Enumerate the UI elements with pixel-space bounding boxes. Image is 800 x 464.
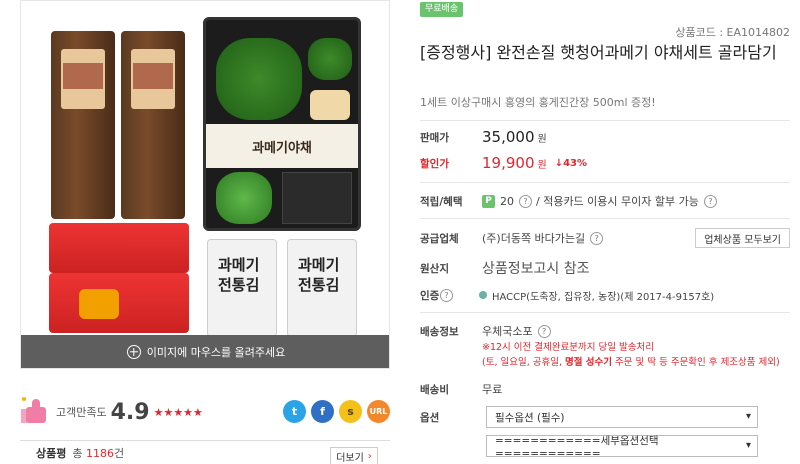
required-option-value: 필수옵션 (필수): [495, 411, 565, 424]
product-title: [증정행사] 완전손질 햇청어과메기 야채세트 골라담기: [420, 43, 777, 62]
product-code: 상품코드 : EA1014802: [675, 26, 790, 39]
product-pack-red-2: [49, 273, 189, 333]
origin-value: 상품정보고시 참조: [482, 261, 590, 277]
points-value: 20: [500, 194, 514, 208]
price-label: 판매가: [420, 131, 449, 144]
cert-help-icon[interactable]: ?: [440, 288, 453, 302]
sale-price-row: 할인가 19,900 원 ↓43%: [420, 154, 588, 172]
haccp-icon: [479, 291, 487, 299]
plus-circle-icon: [126, 344, 141, 359]
product-pack-red-1: [49, 223, 189, 273]
product-detail-panel: 무료배송 상품코드 : EA1014802 [증정행사] 완전손질 햇청어과메기…: [420, 0, 790, 464]
tray-band-label: 과메기야채: [206, 124, 358, 168]
product-pack-left-2: [121, 31, 185, 219]
product-pack-left-1: [51, 31, 115, 219]
origin-label: 원산지: [420, 262, 449, 275]
vendor-row: 공급업체 (주)더동쪽 바다가는길 ? 업체상품 모두보기: [420, 228, 790, 248]
shipping-help-icon[interactable]: ?: [537, 324, 551, 338]
product-pack-gim-2: 과메기 전통김: [287, 239, 357, 337]
facebook-share-icon[interactable]: f: [311, 400, 334, 423]
benefit-help-icon[interactable]: ?: [703, 194, 717, 208]
image-hover-hint-bar[interactable]: 이미지에 마우스를 올려주세요: [21, 335, 389, 368]
vendor-name: (주)더동쪽 바다가는길: [482, 232, 586, 245]
twitter-share-icon[interactable]: t: [283, 400, 306, 423]
rating-stars: ★★★★★: [153, 405, 203, 419]
certification-row: 인증 ? HACCP(도축장, 집유장, 농장)(제 2017-4-9157호): [420, 286, 790, 304]
points-label: 적립/혜택: [420, 195, 463, 208]
shipping-fee-label: 배송비: [420, 383, 449, 396]
vendor-label: 공급업체: [420, 232, 459, 245]
shipping-notes: ※12시 이전 결제완료분까지 당일 발송처리 (토, 일요일, 공휴일, 명절…: [482, 340, 792, 370]
satisfaction-score: 4.9: [110, 399, 150, 425]
product-image-viewer[interactable]: 과메기야채 과메기 전통김 과메기 전통김 이미지에 마우스를 올려주세요: [20, 0, 390, 369]
satisfaction-label: 고객만족도: [56, 406, 107, 419]
sale-price: 19,900: [482, 154, 535, 172]
benefit-text: / 적용카드 이용시 무이자 할부 가능: [536, 195, 699, 208]
chevron-down-icon: ▾: [745, 440, 751, 451]
original-price: 35,000: [482, 128, 535, 146]
chevron-down-icon: ▾: [745, 411, 751, 422]
product-pack-gim-1: 과메기 전통김: [207, 239, 277, 337]
url-copy-button[interactable]: URL: [367, 400, 390, 423]
sale-price-label: 할인가: [420, 157, 449, 170]
shipping-note-2: (토, 일요일, 공휴일, 명절 성수기 주문 및 딱 등 주문확인 후 제조상…: [482, 357, 780, 368]
points-help-icon[interactable]: ?: [519, 194, 532, 208]
price-row: 판매가 35,000 원: [420, 128, 547, 146]
points-icon: P: [482, 194, 495, 208]
vendor-all-products-button[interactable]: 업체상품 모두보기: [695, 228, 790, 248]
required-option-select[interactable]: 필수옵션 (필수) ▾: [486, 406, 758, 428]
review-label: 상품평: [36, 446, 67, 460]
kakaostory-share-icon[interactable]: s: [339, 400, 362, 423]
shipping-note-1: ※12시 이전 결제완료분까지 당일 발송처리: [482, 342, 654, 353]
product-subtitle: 1세트 이상구매시 홍영의 홍게진간장 500ml 증정!: [420, 96, 656, 109]
origin-row: 원산지 상품정보고시 참조: [420, 258, 790, 278]
review-count: 총 1186건: [72, 446, 125, 460]
review-summary: 상품평 총 1186건 더보기 ›: [20, 440, 390, 464]
discount-rate: ↓43%: [554, 157, 588, 169]
detail-option-value: ============세부옵션선택============: [495, 434, 659, 460]
thumbs-up-icon: [20, 397, 50, 427]
shipping-fee-value: 무료: [482, 383, 503, 396]
free-shipping-badge: 무료배송: [420, 2, 464, 17]
shipping-fee-row: 배송비 무료: [420, 380, 790, 398]
customer-satisfaction: 고객만족도 4.9 ★★★★★ t f s URL: [20, 392, 390, 432]
product-image[interactable]: 과메기야채 과메기 전통김 과메기 전통김: [21, 1, 389, 337]
chevron-right-icon: ›: [367, 450, 372, 462]
share-buttons: t f s URL: [283, 400, 390, 423]
reviews-more-button[interactable]: 더보기 ›: [330, 447, 378, 464]
shipping-info-row: 배송정보 우체국소포 ?: [420, 322, 790, 340]
product-tray: 과메기야채: [203, 17, 361, 231]
points-row: 적립/혜택 P 20 ? / 적용카드 이용시 무이자 할부 가능 ?: [420, 192, 790, 210]
option-label: 옵션: [420, 411, 440, 424]
shipping-info-label: 배송정보: [420, 325, 459, 338]
hover-hint-text: 이미지에 마우스를 올려주세요: [146, 345, 286, 359]
shipping-method: 우체국소포: [482, 325, 533, 338]
cert-value: HACCP(도축장, 집유장, 농장)(제 2017-4-9157호): [492, 291, 715, 303]
detail-option-select[interactable]: ============세부옵션선택============ ▾: [486, 434, 758, 460]
vendor-help-icon[interactable]: ?: [590, 231, 604, 245]
